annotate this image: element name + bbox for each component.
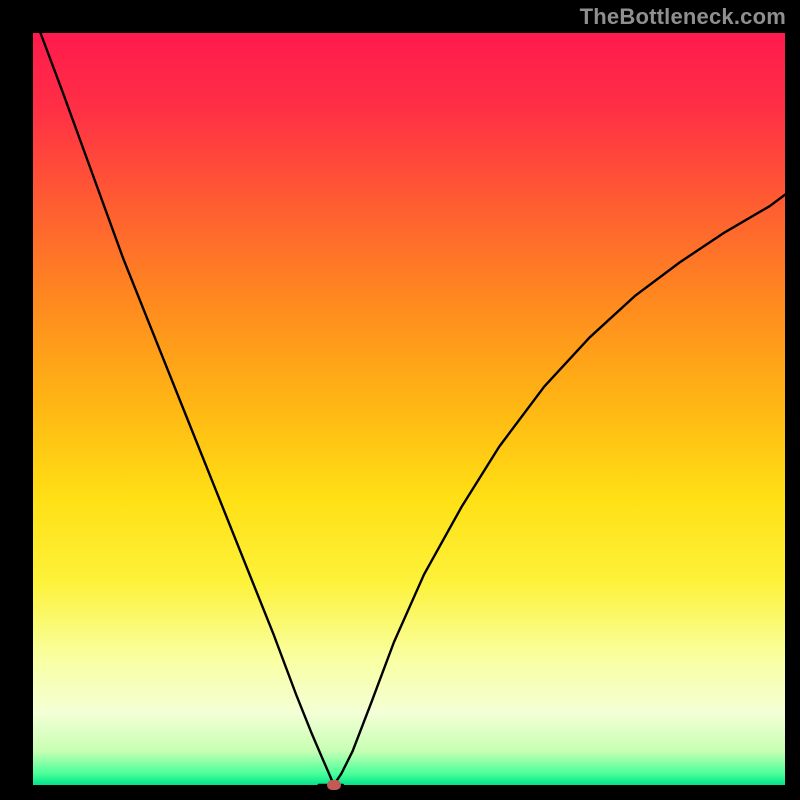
watermark-text: TheBottleneck.com: [580, 4, 786, 30]
optimum-dot: [327, 780, 341, 790]
chart-svg: [0, 0, 800, 800]
plot-background: [33, 33, 785, 785]
chart-frame: TheBottleneck.com: [0, 0, 800, 800]
